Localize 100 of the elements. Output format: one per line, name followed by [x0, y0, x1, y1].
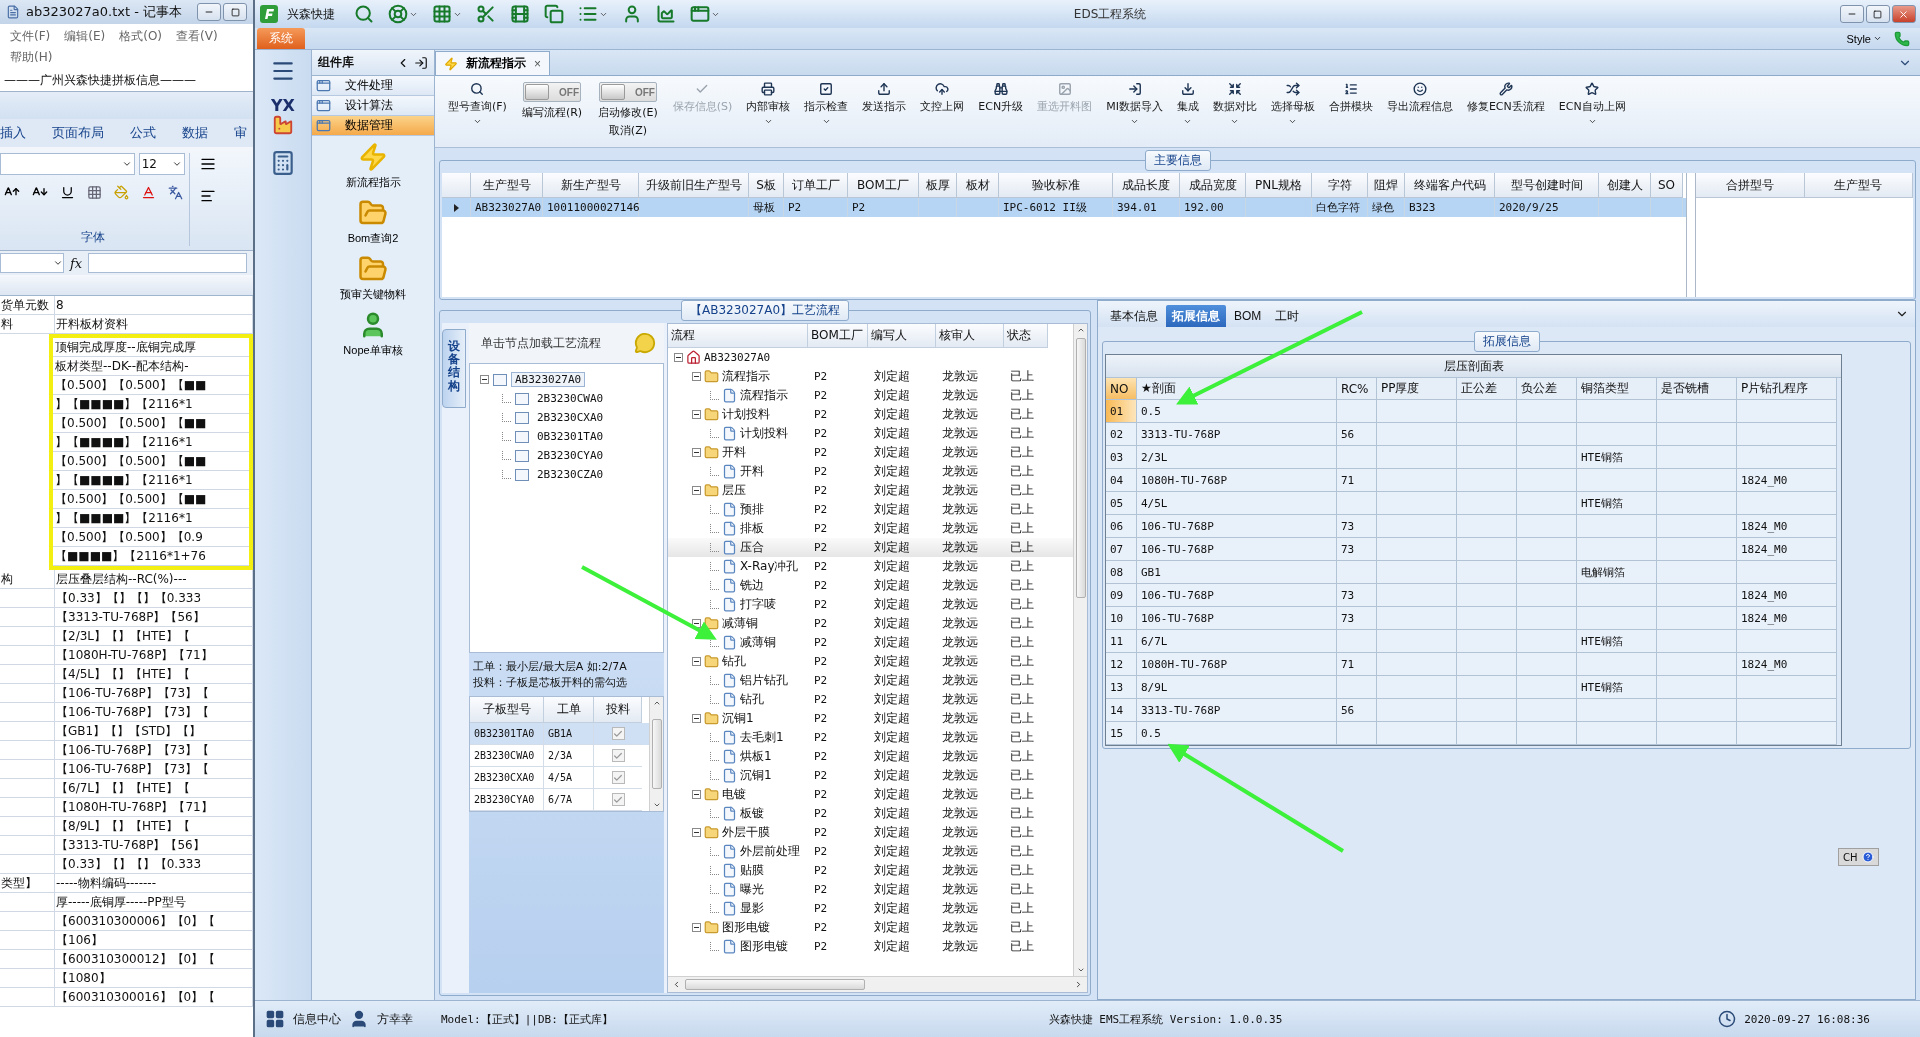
scrollbar[interactable] — [649, 697, 663, 811]
language-bar[interactable]: CH — [1838, 848, 1879, 866]
tree-row[interactable]: 钻孔 P2 刘定超 龙敦远 已上 — [668, 652, 1073, 671]
column-header[interactable]: 工单 — [544, 697, 594, 723]
row-number[interactable]: 05 — [1106, 492, 1137, 515]
tab[interactable]: 基本信息 — [1104, 305, 1164, 327]
menu-item[interactable]: 查看(V) — [176, 28, 218, 45]
column-header[interactable]: 成品宽度 — [1180, 173, 1246, 198]
column-header[interactable]: 投料 — [594, 697, 642, 723]
tree-node[interactable]: 2B3230CWA0 — [533, 391, 608, 406]
table-row[interactable]: 0B32301TA0 GB1A — [470, 723, 649, 745]
font-size-field[interactable]: 12 — [138, 153, 185, 175]
document-tab[interactable]: 新流程指示 × — [435, 51, 550, 75]
sidebar-item[interactable]: 文件处理 — [312, 76, 434, 96]
tree-row[interactable]: 流程指示 P2 刘定超 龙敦远 已上 — [668, 386, 1073, 405]
toolbar-button[interactable]: 文控上网 — [913, 80, 972, 116]
tree-row[interactable]: 减薄铜 P2 刘定超 龙敦远 已上 — [668, 633, 1073, 652]
column-header[interactable]: PNL规格 — [1246, 173, 1312, 198]
row-number[interactable]: 02 — [1106, 423, 1137, 446]
side-tab[interactable]: 设备结构 — [442, 329, 466, 408]
tree-row[interactable]: 去毛刺1 P2 刘定超 龙敦远 已上 — [668, 728, 1073, 747]
column-header[interactable]: 验收标准 — [999, 173, 1113, 198]
toggle-switch[interactable]: OFF — [523, 82, 582, 102]
row-number[interactable]: 11 — [1106, 630, 1137, 653]
ribbon-tab[interactable]: 页面布局 — [52, 124, 104, 142]
toolbar-button[interactable]: ECN升级 — [971, 80, 1031, 116]
column-header[interactable]: 型号创建时间 — [1495, 173, 1599, 198]
collapse-toggle[interactable] — [692, 714, 701, 723]
column-header[interactable]: 板材 — [957, 173, 999, 198]
tree-row[interactable]: 流程指示 P2 刘定超 龙敦远 已上 — [668, 367, 1073, 386]
column-header[interactable]: 铜箔类型 — [1577, 378, 1657, 400]
toolbar-button[interactable]: 修复ECN丢流程 — [1459, 80, 1552, 116]
tree-row[interactable]: 外层前处理 P2 刘定超 龙敦远 已上 — [668, 842, 1073, 861]
column-header[interactable]: BOM工厂 — [808, 324, 868, 348]
tree-row[interactable]: X-Ray冲孔 P2 刘定超 龙敦远 已上 — [668, 557, 1073, 576]
tree-row[interactable]: 沉铜1 P2 刘定超 龙敦远 已上 — [668, 766, 1073, 785]
formula-field[interactable] — [88, 253, 247, 273]
row-number[interactable]: 01 — [1106, 400, 1137, 423]
column-header[interactable]: ★剖面 — [1137, 378, 1337, 400]
toolbar-button[interactable]: 型号查询(F) — [441, 80, 514, 128]
launcher-button[interactable]: Bom查询2 — [312, 192, 434, 248]
tab[interactable]: 拓展信息 — [1166, 305, 1226, 327]
toolbar-button[interactable]: 导出流程信息 — [1379, 80, 1460, 116]
row-number[interactable]: 14 — [1106, 699, 1137, 722]
tree-row[interactable]: 压合 P2 刘定超 龙敦远 已上 — [668, 538, 1073, 557]
table-row[interactable]: AB323027A0 10011000027146 母板 P2 P2 IPC-6012 II级 394.01 192.00 白色字符 绿色 B323 2020/9/25 — [442, 198, 1686, 217]
column-header[interactable]: 板厚 — [919, 173, 957, 198]
scroll-thumb[interactable] — [1075, 338, 1086, 598]
row-number[interactable]: 07 — [1106, 538, 1137, 561]
toolbar-button[interactable]: 发送指示 — [855, 80, 914, 116]
menu-item[interactable]: 格式(O) — [119, 28, 163, 45]
column-header[interactable]: 子板型号 — [470, 697, 544, 723]
column-header[interactable]: 正公差 — [1457, 378, 1517, 400]
column-header[interactable]: RC% — [1337, 378, 1377, 400]
row-number[interactable]: 12 — [1106, 653, 1137, 676]
dock-icon[interactable] — [414, 55, 428, 70]
scroll-up-icon[interactable] — [1076, 326, 1085, 334]
maximize-button[interactable] — [223, 3, 247, 21]
minimize-button[interactable] — [1840, 5, 1864, 23]
column-header[interactable]: 成品长度 — [1113, 173, 1180, 198]
tree-node[interactable]: AB323027A0 — [511, 372, 586, 387]
tab[interactable]: BOM — [1228, 305, 1268, 327]
tree-row[interactable]: 铝片钻孔 P2 刘定超 龙敦远 已上 — [668, 671, 1073, 690]
column-header[interactable]: 编写人 — [868, 324, 936, 348]
toolbar-button[interactable]: ECN自动上网 — [1551, 80, 1633, 128]
column-header[interactable]: 创建人 — [1599, 173, 1651, 198]
tree-row[interactable]: 铣边 P2 刘定超 龙敦远 已上 — [668, 576, 1073, 595]
column-header[interactable]: 生产型号 — [471, 173, 543, 198]
sidebar-item[interactable]: 设计算法 — [312, 96, 434, 116]
column-header[interactable]: 是否铣槽 — [1657, 378, 1737, 400]
row-number[interactable]: 09 — [1106, 584, 1137, 607]
tree-row[interactable]: 预排 P2 刘定超 龙敦远 已上 — [668, 500, 1073, 519]
column-header[interactable]: PP厚度 — [1377, 378, 1457, 400]
toolbar-button[interactable]: 指示检查 — [797, 80, 856, 128]
toolbar-button[interactable]: MI数据导入 — [1099, 80, 1170, 128]
column-header[interactable]: S板 — [749, 173, 784, 198]
toggle-switch[interactable]: OFF — [598, 82, 657, 102]
toolbar-button[interactable]: 集成 — [1169, 80, 1206, 128]
tree-row[interactable]: AB323027A0 — [668, 348, 1073, 367]
column-header[interactable]: NO — [1106, 378, 1137, 400]
collapse-toggle[interactable] — [692, 619, 701, 628]
tree-node[interactable]: 2B3230CXA0 — [533, 410, 608, 425]
column-header[interactable]: 阻焊 — [1368, 173, 1405, 198]
collapse-toggle[interactable] — [692, 486, 701, 495]
scrollbar[interactable] — [1073, 324, 1087, 976]
checkbox[interactable] — [611, 793, 625, 806]
maximize-button[interactable] — [1866, 5, 1890, 23]
toolbar-button[interactable]: 内部审核 — [739, 80, 798, 128]
collapse-toggle[interactable] — [692, 828, 701, 837]
scroll-up-icon[interactable] — [652, 699, 661, 707]
font-name-field[interactable] — [0, 153, 135, 175]
column-header[interactable]: P片钻孔程序 — [1737, 378, 1837, 400]
tree-row[interactable]: 曝光 P2 刘定超 龙敦远 已上 — [668, 880, 1073, 899]
tree-node[interactable]: 0B32301TA0 — [533, 429, 608, 444]
launcher-button[interactable]: Nope单审核 — [312, 304, 434, 360]
column-header[interactable]: 生产型号 — [1804, 173, 1913, 198]
column-header[interactable]: 状态 — [1004, 324, 1048, 348]
column-header[interactable]: 流程 — [668, 324, 808, 348]
ribbon-tab[interactable]: 审 — [234, 124, 247, 142]
column-header[interactable]: 字符 — [1312, 173, 1368, 198]
